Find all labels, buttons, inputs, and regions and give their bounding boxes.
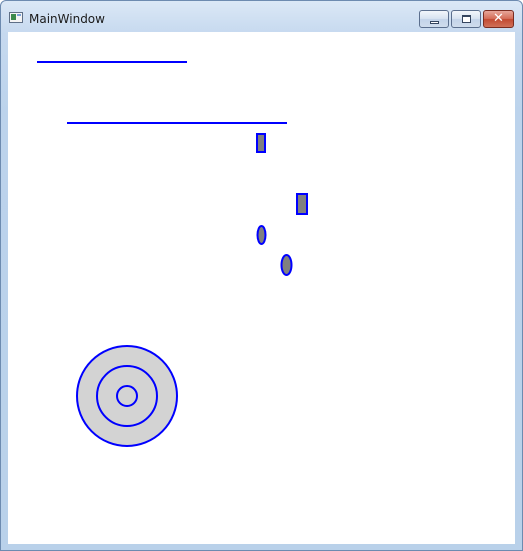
close-button[interactable]: ✕: [483, 10, 514, 28]
client-area: [8, 32, 515, 544]
small-rectangle-1: [256, 133, 266, 153]
maximize-icon: [462, 15, 471, 23]
minimize-icon: [430, 21, 439, 24]
small-rectangle-2: [296, 193, 308, 215]
maximize-button[interactable]: [451, 10, 481, 28]
inner-circle: [116, 385, 138, 407]
drawing-canvas: [37, 61, 308, 447]
close-icon: ✕: [493, 11, 504, 26]
target-circles: [76, 345, 178, 447]
small-ellipse-1: [256, 225, 267, 245]
title-bar[interactable]: MainWindow ✕: [1, 1, 522, 32]
window-title: MainWindow: [29, 12, 105, 26]
minimize-button[interactable]: [419, 10, 449, 28]
small-ellipse-2: [280, 254, 293, 276]
main-window: MainWindow ✕: [0, 0, 523, 551]
app-icon[interactable]: [9, 12, 23, 23]
caption-buttons: ✕: [417, 10, 514, 29]
